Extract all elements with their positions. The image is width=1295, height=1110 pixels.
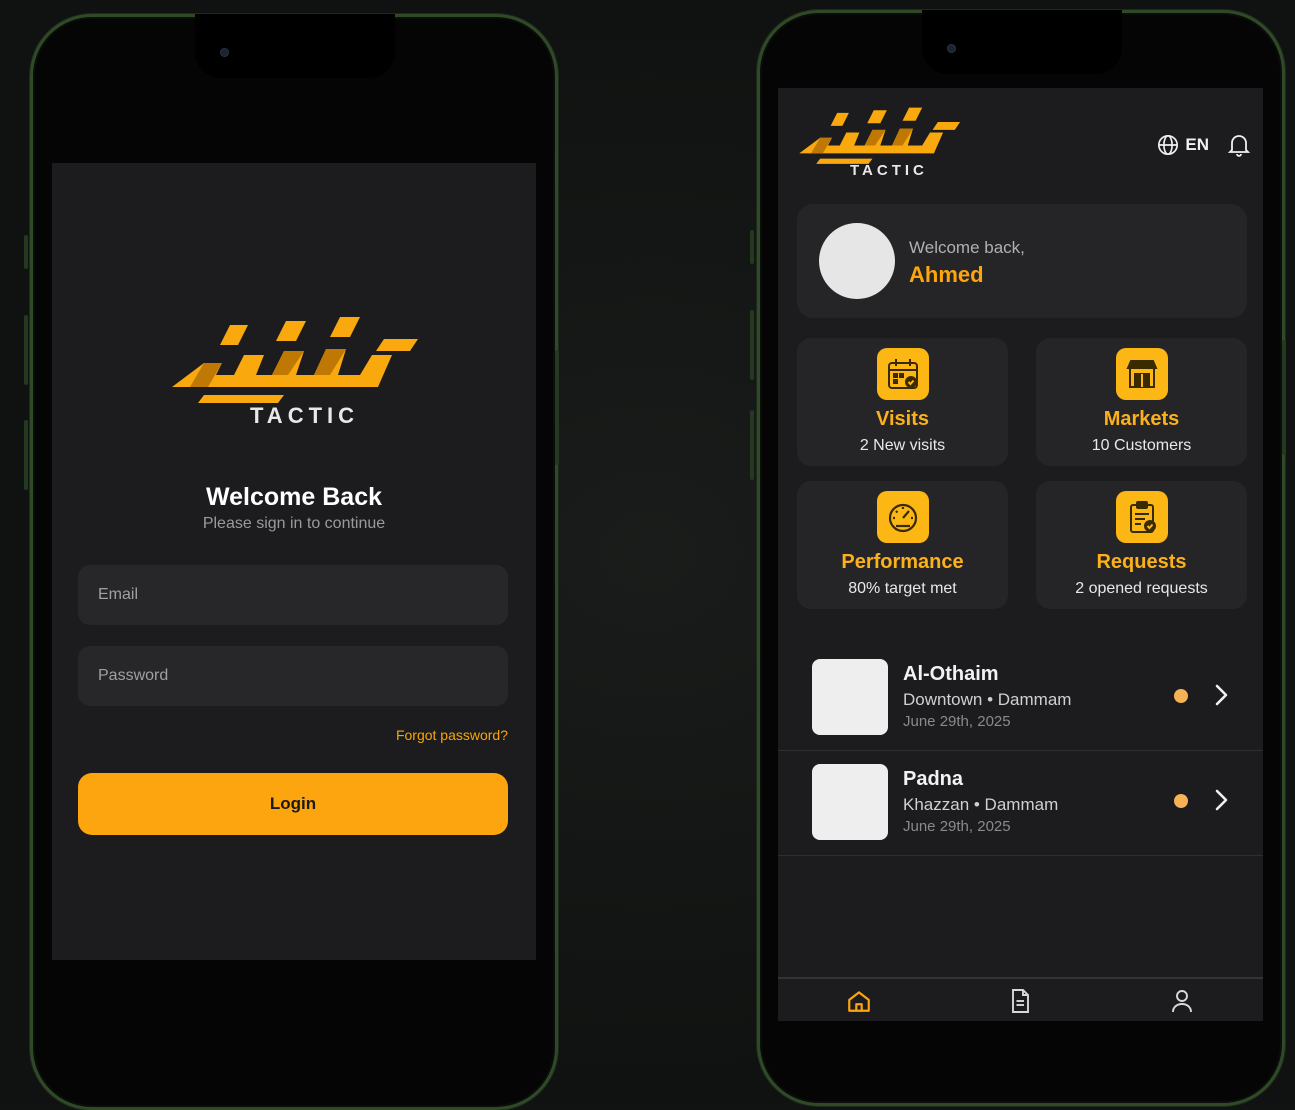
store-name: Al-Othaim: [903, 663, 999, 685]
side-button: [555, 350, 559, 465]
status-dot: [1174, 689, 1188, 703]
tile-requests[interactable]: Requests 2 opened requests: [1036, 481, 1247, 609]
store-name: Padna: [903, 768, 964, 790]
login-screen: TACTIC Welcome Back Please sign in to co…: [52, 163, 536, 960]
phone-notch: [195, 14, 395, 78]
speedometer-icon: [877, 491, 929, 543]
side-button: [24, 235, 28, 269]
tile-title: Performance: [841, 551, 964, 573]
side-button: [750, 310, 754, 380]
login-title: Welcome Back: [205, 483, 382, 511]
login-subtitle: Please sign in to continue: [202, 515, 386, 532]
document-icon: [1012, 989, 1030, 1013]
brand-wordmark: TACTIC: [850, 162, 928, 179]
clipboard-check-icon: [1116, 491, 1168, 543]
storefront-icon: [1116, 348, 1168, 400]
tile-subtitle: 2 New visits: [859, 437, 946, 454]
showcase-background: TACTIC Welcome Back Please sign in to co…: [0, 0, 1295, 1110]
tactic-arabic-calligraphy-logo-icon: [172, 317, 418, 403]
store-location: Downtown • Dammam: [903, 690, 1072, 709]
tab-documents[interactable]: [1000, 981, 1040, 1021]
side-button: [24, 315, 28, 385]
dashboard-screen: TACTIC EN Welcome back, Ahmed Visits 2 N…: [778, 88, 1263, 1021]
front-camera: [947, 44, 956, 53]
welcome-card: Welcome back, Ahmed: [797, 204, 1247, 318]
language-label: EN: [1185, 135, 1209, 154]
welcome-greeting: Welcome back,: [909, 238, 1025, 257]
phone-notch: [922, 10, 1122, 74]
store-thumbnail: [812, 764, 888, 840]
header-actions: EN: [1157, 132, 1251, 158]
brand-wordmark: TACTIC: [250, 403, 360, 428]
side-button: [750, 230, 754, 264]
side-button: [24, 420, 28, 490]
side-button: [1282, 340, 1286, 455]
visit-date: June 29th, 2025: [903, 818, 1011, 835]
tile-title: Requests: [1096, 551, 1187, 573]
visit-date: June 29th, 2025: [903, 713, 1011, 730]
forgot-password-link[interactable]: Forgot password?: [396, 727, 508, 743]
login-button[interactable]: Login: [78, 773, 508, 835]
list-item[interactable]: Al-Othaim Downtown • Dammam June 29th, 2…: [778, 645, 1263, 751]
tile-performance[interactable]: Performance 80% target met: [797, 481, 1008, 609]
tactic-logo: TACTIC: [164, 315, 424, 435]
store-thumbnail: [812, 659, 888, 735]
header-logo: TACTIC: [794, 106, 964, 182]
tile-subtitle: 2 opened requests: [1075, 580, 1208, 597]
front-camera: [220, 48, 229, 57]
tab-home[interactable]: [839, 981, 879, 1021]
tile-markets[interactable]: Markets 10 Customers: [1036, 338, 1247, 466]
avatar[interactable]: [819, 223, 895, 299]
tile-title: Visits: [876, 408, 929, 430]
tile-visits[interactable]: Visits 2 New visits: [797, 338, 1008, 466]
user-icon: [1172, 990, 1193, 1013]
list-item[interactable]: Padna Khazzan • Dammam June 29th, 2025: [778, 750, 1263, 856]
language-switcher[interactable]: EN: [1157, 134, 1209, 156]
tile-subtitle: 10 Customers: [1091, 437, 1192, 454]
password-field[interactable]: [78, 646, 508, 706]
globe-icon: [1158, 135, 1179, 155]
status-dot: [1174, 794, 1188, 808]
calendar-check-icon: [877, 348, 929, 400]
user-name: Ahmed: [909, 262, 984, 287]
chevron-right-icon[interactable]: [1211, 681, 1231, 709]
store-location: Khazzan • Dammam: [903, 795, 1059, 814]
tab-profile[interactable]: [1162, 981, 1202, 1021]
bell-icon[interactable]: [1227, 132, 1251, 158]
tile-subtitle: 80% target met: [848, 580, 957, 597]
chevron-right-icon[interactable]: [1211, 786, 1231, 814]
home-icon: [847, 991, 870, 1012]
bottom-tab-bar: [778, 977, 1263, 1021]
side-button: [750, 410, 754, 480]
email-field[interactable]: [78, 565, 508, 625]
tile-title: Markets: [1103, 408, 1180, 430]
